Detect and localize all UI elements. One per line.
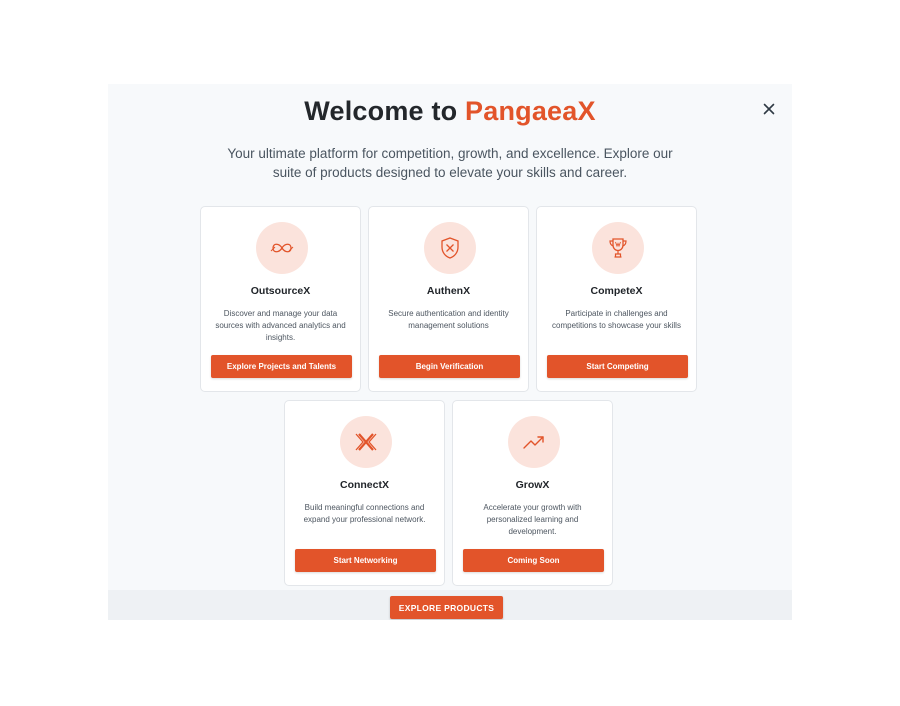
infinity-icon: [270, 243, 294, 253]
icon-badge: [424, 222, 476, 274]
trophy-icon: [609, 238, 627, 258]
card-title: CompeteX: [590, 285, 643, 297]
product-card-connectx: ConnectX Build meaningful connections an…: [284, 400, 445, 586]
card-title: AuthenX: [426, 285, 471, 297]
product-card-competex: CompeteX Participate in challenges and c…: [536, 206, 697, 392]
icon-badge: [508, 416, 560, 468]
brand-name: PangaeaX: [465, 96, 596, 126]
welcome-modal: Welcome to PangaeaX Your ultimate platfo…: [108, 84, 792, 620]
icon-badge: [592, 222, 644, 274]
card-title: ConnectX: [339, 479, 389, 491]
card-description: Build meaningful connections and expand …: [303, 503, 426, 524]
card-description: Secure authentication and identity manag…: [388, 309, 509, 330]
explore-products-button[interactable]: EXPLORE PRODUCTS: [390, 596, 503, 619]
page-title: Welcome to PangaeaX: [108, 96, 792, 127]
start-competing-button[interactable]: Start Competing: [547, 355, 688, 378]
card-description: Accelerate your growth with personalized…: [483, 503, 582, 536]
x-logo-icon: [355, 433, 377, 451]
subtitle: Your ultimate platform for competition, …: [227, 146, 673, 180]
begin-verification-button[interactable]: Begin Verification: [379, 355, 520, 378]
shield-icon: [441, 237, 459, 259]
icon-badge: [340, 416, 392, 468]
card-description: Discover and manage your data sources wi…: [215, 309, 346, 342]
card-title: OutsourceX: [250, 285, 311, 297]
product-card-authenx: AuthenX Secure authentication and identi…: [368, 206, 529, 392]
title-prefix: Welcome to: [304, 96, 466, 126]
start-networking-button[interactable]: Start Networking: [295, 549, 436, 572]
icon-badge: [256, 222, 308, 274]
card-title: GrowX: [515, 479, 550, 491]
explore-projects-button[interactable]: Explore Projects and Talents: [211, 355, 352, 378]
product-card-outsourcex: OutsourceX Discover and manage your data…: [200, 206, 361, 392]
product-card-growx: GrowX Accelerate your growth with person…: [452, 400, 613, 586]
card-description: Participate in challenges and competitio…: [552, 309, 681, 330]
coming-soon-button[interactable]: Coming Soon: [463, 549, 604, 572]
trending-up-icon: [523, 436, 544, 449]
